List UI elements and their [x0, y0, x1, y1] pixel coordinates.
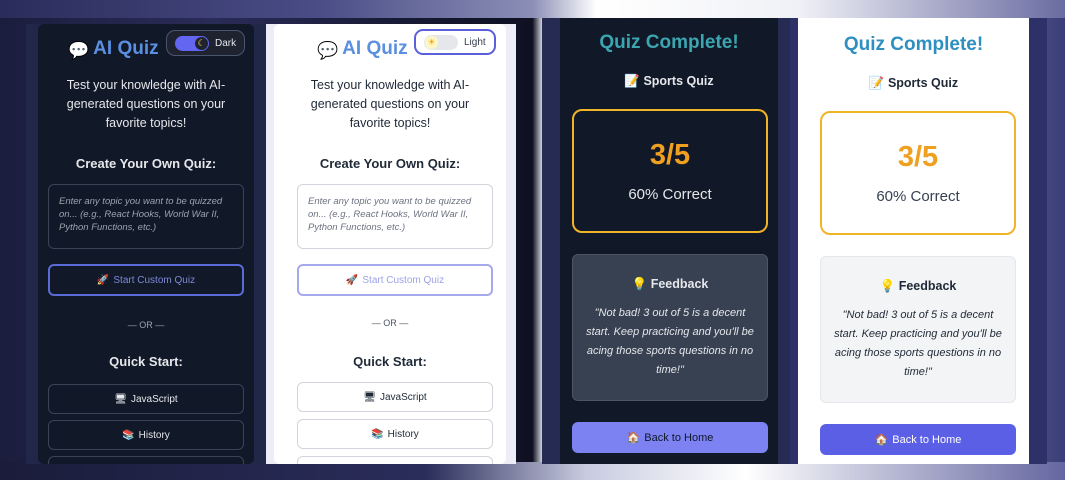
- intro-text: Test your knowledge with AI-generated qu…: [66, 78, 226, 130]
- theme-label: Light: [464, 36, 486, 48]
- home-light-panel: 💬 AI Quiz ☀ Light Test your knowledge wit…: [266, 24, 516, 464]
- app-title-text: AI Quiz: [342, 38, 408, 59]
- topic-input[interactable]: Enter any topic you want to be quizzed o…: [297, 184, 493, 249]
- topic-label: History: [387, 428, 419, 440]
- score-box: 3/5 60% Correct: [572, 109, 768, 233]
- create-heading: Create Your Own Quiz:: [319, 156, 461, 171]
- books-icon: 📚: [371, 428, 384, 440]
- feedback-box: 💡 Feedback "Not bad! 3 out of 5 is a dec…: [820, 256, 1016, 403]
- score-value: 3/5: [649, 139, 691, 171]
- back-to-home-label: Back to Home: [644, 431, 714, 444]
- house-icon: 🏠: [874, 434, 889, 446]
- home-card-light: 💬 AI Quiz ☀ Light Test your knowledge wit…: [274, 24, 506, 464]
- quiz-name-text: Sports Quiz: [643, 74, 714, 88]
- quiz-name-text: Sports Quiz: [887, 76, 959, 90]
- percent-correct: 60% Correct: [628, 186, 712, 203]
- computer-icon: 🖥: [114, 393, 127, 405]
- theme-label: Dark: [215, 37, 237, 49]
- or-divider: — OR —: [127, 320, 165, 330]
- feedback-text: "Not bad! 3 out of 5 is a decent start. …: [586, 307, 754, 376]
- books-icon: 📚: [122, 429, 135, 441]
- topic-button-javascript[interactable]: 🖥 JavaScript: [297, 382, 493, 412]
- quick-start-heading: Quick Start:: [109, 354, 183, 369]
- lightbulb-icon: 💡: [631, 277, 648, 291]
- result-dark-panel: Quiz Complete! 📝 Sports Quiz 3/5 60% Cor…: [542, 18, 790, 464]
- result-card-light: Quiz Complete! 📝 Sports Quiz 3/5 60% Cor…: [798, 18, 1029, 464]
- score-value: 3/5: [897, 141, 939, 173]
- app-title-text: AI Quiz: [93, 38, 159, 59]
- score-box: 3/5 60% Correct: [820, 111, 1016, 235]
- intro-text: Test your knowledge with AI-generated qu…: [310, 78, 470, 130]
- lightbulb-icon: 💡: [879, 279, 896, 293]
- feedback-heading: 💡 Feedback: [821, 279, 1015, 294]
- quick-start-heading: Quick Start:: [353, 354, 427, 369]
- topic-button-more[interactable]: [297, 456, 493, 464]
- feedback-heading: 💡 Feedback: [573, 277, 767, 292]
- topic-label: History: [138, 429, 170, 441]
- top-backdrop: [0, 0, 1065, 18]
- theme-switch[interactable]: ☀: [424, 34, 458, 50]
- create-heading: Create Your Own Quiz:: [75, 156, 217, 171]
- sun-icon: ☀: [425, 35, 438, 49]
- theme-toggle[interactable]: ☀ Light: [414, 29, 496, 55]
- computer-icon: 🖥: [363, 391, 376, 403]
- topic-label: JavaScript: [380, 391, 427, 403]
- home-card-dark: 💬 AI Quiz ☾ Dark Test your knowledge with…: [38, 24, 254, 464]
- topic-button-more[interactable]: [48, 456, 244, 464]
- feedback-box: 💡 Feedback "Not bad! 3 out of 5 is a dec…: [572, 254, 768, 401]
- result-card-dark: Quiz Complete! 📝 Sports Quiz 3/5 60% Cor…: [560, 18, 778, 464]
- topic-button-history[interactable]: 📚 History: [48, 420, 244, 450]
- percent-correct: 60% Correct: [876, 188, 960, 205]
- start-custom-quiz-label: Start Custom Quiz: [362, 274, 445, 286]
- start-custom-quiz-button[interactable]: 🚀 Start Custom Quiz: [297, 264, 493, 296]
- bottom-backdrop: [0, 462, 1065, 480]
- house-icon: 🏠: [626, 432, 641, 444]
- back-to-home-button[interactable]: 🏠 Back to Home: [820, 424, 1016, 455]
- memo-icon: 📝: [868, 76, 885, 90]
- or-divider: — OR —: [371, 318, 409, 328]
- quiz-complete-title: Quiz Complete!: [843, 34, 984, 55]
- quiz-name: 📝 Sports Quiz: [560, 74, 778, 89]
- start-custom-quiz-button[interactable]: 🚀 Start Custom Quiz: [48, 264, 244, 296]
- memo-icon: 📝: [624, 74, 640, 88]
- feedback-heading-text: Feedback: [898, 279, 957, 293]
- quiz-name: 📝 Sports Quiz: [798, 76, 1029, 91]
- rocket-icon: 🚀: [345, 274, 359, 286]
- topic-button-history[interactable]: 📚 History: [297, 419, 493, 449]
- feedback-heading-text: Feedback: [650, 277, 709, 291]
- back-to-home-button[interactable]: 🏠 Back to Home: [572, 422, 768, 453]
- topic-button-javascript[interactable]: 🖥 JavaScript: [48, 384, 244, 414]
- speech-bubble-icon: 💬: [317, 41, 339, 60]
- topic-label: JavaScript: [131, 393, 178, 405]
- back-to-home-label: Back to Home: [892, 433, 962, 446]
- feedback-text: "Not bad! 3 out of 5 is a decent start. …: [834, 309, 1002, 378]
- home-dark-panel: 💬 AI Quiz ☾ Dark Test your knowledge with…: [26, 24, 266, 464]
- theme-switch[interactable]: ☾: [175, 35, 209, 51]
- theme-toggle[interactable]: ☾ Dark: [166, 30, 246, 56]
- moon-icon: ☾: [195, 36, 208, 50]
- start-custom-quiz-label: Start Custom Quiz: [113, 274, 196, 286]
- quiz-complete-title: Quiz Complete!: [599, 32, 739, 53]
- topic-input[interactable]: Enter any topic you want to be quizzed o…: [48, 184, 244, 249]
- result-light-panel: Quiz Complete! 📝 Sports Quiz 3/5 60% Cor…: [790, 18, 1047, 464]
- speech-bubble-icon: 💬: [68, 41, 90, 60]
- rocket-icon: 🚀: [96, 274, 110, 286]
